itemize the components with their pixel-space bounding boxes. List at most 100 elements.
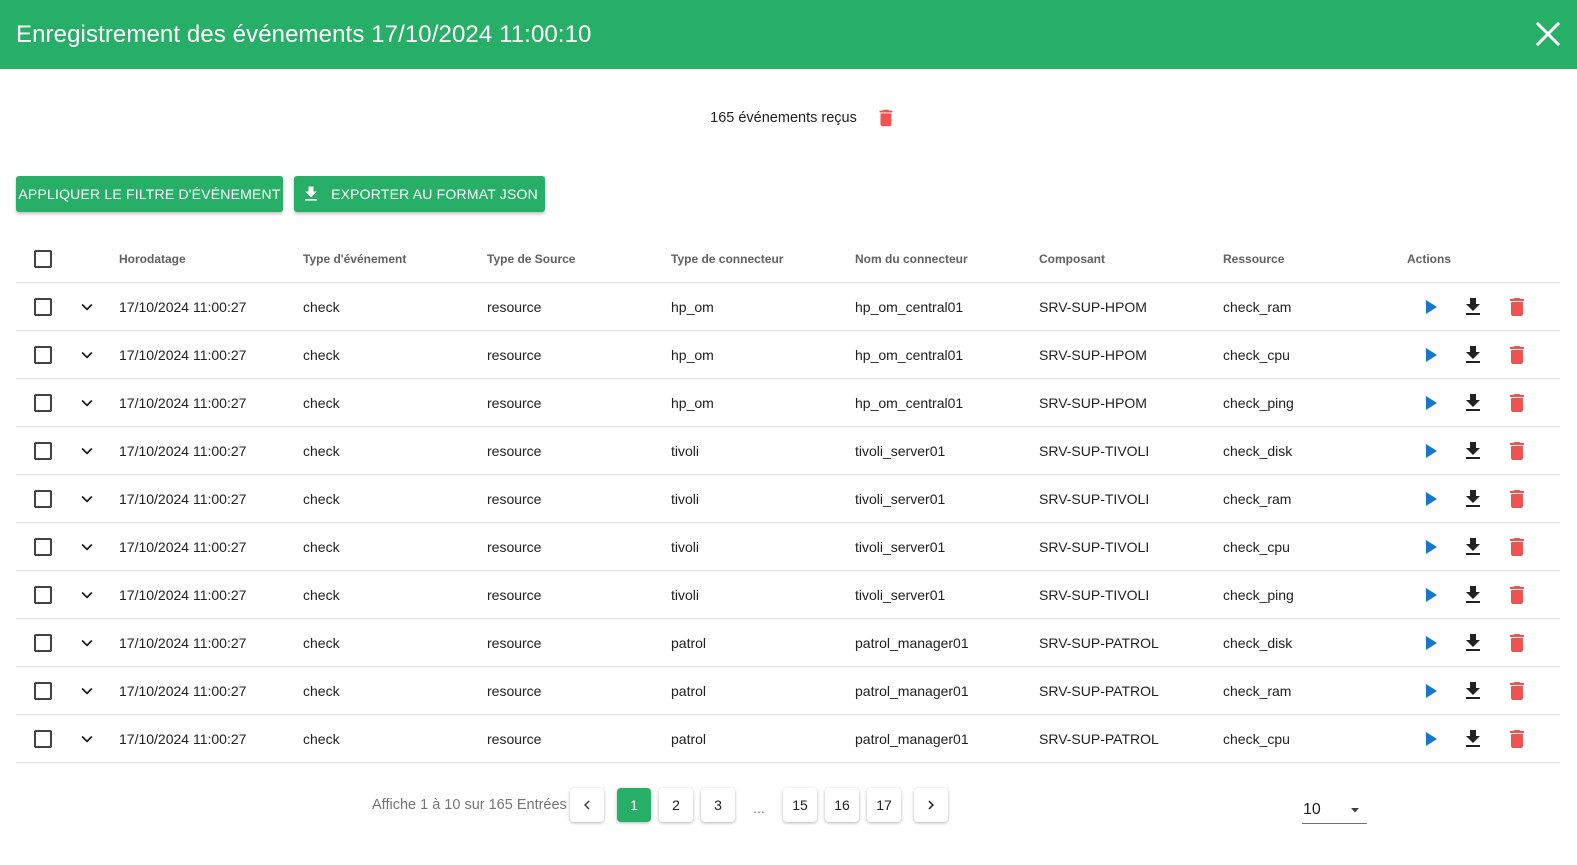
page-button[interactable]: 3 xyxy=(701,788,735,822)
trash-icon[interactable] xyxy=(1505,583,1529,607)
download-icon[interactable] xyxy=(1461,439,1485,463)
page-button[interactable]: 15 xyxy=(783,788,817,822)
play-icon[interactable] xyxy=(1418,631,1442,655)
cell-component: SRV-SUP-TIVOLI xyxy=(1039,538,1150,555)
events-count-text: 165 événements reçus xyxy=(710,110,857,126)
trash-icon[interactable] xyxy=(1505,727,1529,751)
cell-connector-type: tivoli xyxy=(671,490,700,507)
cell-source-type: resource xyxy=(487,442,542,459)
row-checkbox[interactable] xyxy=(34,345,52,364)
page-button[interactable]: 16 xyxy=(825,788,859,822)
row-checkbox[interactable] xyxy=(34,729,52,748)
cell-event-type: check xyxy=(303,346,340,363)
play-icon[interactable] xyxy=(1418,487,1442,511)
export-json-label: Exporter au format JSON xyxy=(331,186,538,202)
table-row: 17/10/2024 11:00:27 check resource tivoli ti… xyxy=(16,571,1560,619)
apply-event-filter-button[interactable]: Appliquer le filtre d'événement xyxy=(16,176,283,212)
page-button[interactable]: 17 xyxy=(867,788,901,822)
chevron-down-icon[interactable] xyxy=(76,488,98,510)
play-icon[interactable] xyxy=(1418,439,1442,463)
cell-connector-name: hp_om_central01 xyxy=(855,394,964,411)
dialog-title: Enregistrement des événements 17/10/2024… xyxy=(16,20,592,48)
row-checkbox[interactable] xyxy=(34,537,52,556)
download-icon[interactable] xyxy=(1461,679,1485,703)
play-icon[interactable] xyxy=(1418,679,1442,703)
header-resource[interactable]: Ressource xyxy=(1223,236,1284,282)
pagination-info: Affiche 1 à 10 sur 165 Entrées xyxy=(372,797,567,813)
download-icon[interactable] xyxy=(1461,727,1485,751)
trash-icon[interactable] xyxy=(1505,439,1529,463)
trash-icon[interactable] xyxy=(1505,295,1529,319)
chevron-down-icon[interactable] xyxy=(76,344,98,366)
chevron-down-icon[interactable] xyxy=(76,728,98,750)
cell-component: SRV-SUP-HPOM xyxy=(1039,298,1147,315)
cell-resource: check_cpu xyxy=(1223,346,1290,363)
row-checkbox[interactable] xyxy=(34,441,52,460)
play-icon[interactable] xyxy=(1418,343,1442,367)
next-page-button[interactable] xyxy=(914,788,948,822)
download-icon[interactable] xyxy=(1461,343,1485,367)
chevron-down-icon[interactable] xyxy=(76,440,98,462)
cell-event-type: check xyxy=(303,682,340,699)
play-icon[interactable] xyxy=(1418,535,1442,559)
play-icon[interactable] xyxy=(1418,391,1442,415)
cell-component: SRV-SUP-TIVOLI xyxy=(1039,442,1150,459)
select-all-checkbox[interactable] xyxy=(34,250,52,268)
page-button[interactable]: 2 xyxy=(659,788,693,822)
header-timestamp[interactable]: Horodatage xyxy=(119,236,186,282)
cell-component: SRV-SUP-TIVOLI xyxy=(1039,490,1150,507)
chevron-down-icon[interactable] xyxy=(76,536,98,558)
play-icon[interactable] xyxy=(1418,727,1442,751)
trash-icon[interactable] xyxy=(875,107,897,129)
header-actions: Actions xyxy=(1407,252,1452,266)
cell-timestamp: 17/10/2024 11:00:27 xyxy=(119,346,247,363)
row-checkbox[interactable] xyxy=(34,489,52,508)
row-checkbox[interactable] xyxy=(34,393,52,412)
header-connector-name[interactable]: Nom du connecteur xyxy=(855,236,968,282)
cell-timestamp: 17/10/2024 11:00:27 xyxy=(119,634,247,651)
header-source-type[interactable]: Type de Source xyxy=(487,236,575,282)
cell-connector-type: tivoli xyxy=(671,538,700,555)
header-event-type[interactable]: Type d'événement xyxy=(303,236,406,282)
download-icon[interactable] xyxy=(1461,583,1485,607)
trash-icon[interactable] xyxy=(1505,631,1529,655)
row-checkbox[interactable] xyxy=(34,297,52,316)
cell-event-type: check xyxy=(303,538,340,555)
cell-source-type: resource xyxy=(487,490,542,507)
row-checkbox[interactable] xyxy=(34,681,52,700)
download-icon[interactable] xyxy=(1461,631,1485,655)
rows-per-page-select[interactable]: 10 xyxy=(1302,796,1367,824)
trash-icon[interactable] xyxy=(1505,535,1529,559)
download-icon[interactable] xyxy=(1461,487,1485,511)
trash-icon[interactable] xyxy=(1505,487,1529,511)
header-component[interactable]: Composant xyxy=(1039,236,1105,282)
row-checkbox[interactable] xyxy=(34,633,52,652)
chevron-down-icon[interactable] xyxy=(76,296,98,318)
cell-resource: check_ram xyxy=(1223,298,1292,315)
download-icon[interactable] xyxy=(1461,535,1485,559)
chevron-down-icon[interactable] xyxy=(76,584,98,606)
table-row: 17/10/2024 11:00:27 check resource hp_om hp_… xyxy=(16,283,1560,331)
chevron-down-icon[interactable] xyxy=(76,680,98,702)
trash-icon[interactable] xyxy=(1505,343,1529,367)
download-icon[interactable] xyxy=(1461,391,1485,415)
page-button[interactable]: 1 xyxy=(617,788,651,822)
play-icon[interactable] xyxy=(1418,295,1442,319)
cell-event-type: check xyxy=(303,442,340,459)
chevron-down-icon[interactable] xyxy=(76,392,98,414)
prev-page-button[interactable] xyxy=(570,788,604,822)
close-icon[interactable] xyxy=(1533,19,1563,49)
cell-event-type: check xyxy=(303,490,340,507)
cell-timestamp: 17/10/2024 11:00:27 xyxy=(119,538,247,555)
row-checkbox[interactable] xyxy=(34,585,52,604)
cell-timestamp: 17/10/2024 11:00:27 xyxy=(119,490,247,507)
dialog-header: Enregistrement des événements 17/10/2024… xyxy=(0,0,1577,69)
play-icon[interactable] xyxy=(1418,583,1442,607)
trash-icon[interactable] xyxy=(1505,679,1529,703)
cell-resource: check_ram xyxy=(1223,490,1292,507)
export-json-button[interactable]: Exporter au format JSON xyxy=(294,176,545,212)
header-connector-type[interactable]: Type de connecteur xyxy=(671,236,783,282)
trash-icon[interactable] xyxy=(1505,391,1529,415)
download-icon[interactable] xyxy=(1461,295,1485,319)
chevron-down-icon[interactable] xyxy=(76,632,98,654)
